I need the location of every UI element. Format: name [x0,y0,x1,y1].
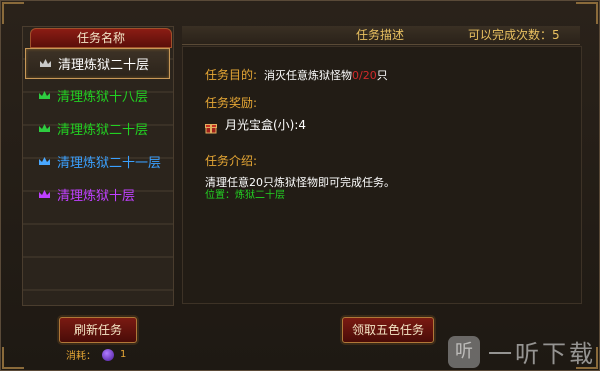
gem-icon [102,348,114,361]
gift-box-ribbon [210,124,212,133]
crown-shape [39,59,51,67]
task-list-header: 任务名称 [30,28,172,48]
task-item[interactable]: 清理炼狱二十层 [25,48,170,79]
goal-progress: 0/20 [352,69,377,82]
refresh-cost: 消耗： 1 [66,347,126,362]
crown-shape [38,190,50,198]
crown-shape [38,124,50,132]
task-item[interactable]: 清理炼狱二十一层 [25,147,168,176]
task-name: 清理炼狱十八层 [57,90,149,105]
crown-icon [37,90,51,101]
location-text: 位置：炼狱二十层 [205,190,285,201]
frame-corner [576,2,598,24]
watermark-text: 一听下载 [488,340,596,368]
goal-label: 任务目的: [205,68,258,82]
cost-value: 1 [120,349,127,360]
reward-label: 任务奖励: [205,96,258,110]
task-name: 清理炼狱二十层 [58,58,150,73]
task-item[interactable]: 清理炼狱二十层 [25,114,168,143]
crown-icon [37,189,51,200]
task-item[interactable]: 清理炼狱十八层 [25,81,168,110]
crown-shape [38,91,50,99]
crown-icon [37,123,51,134]
task-name: 清理炼狱十层 [57,189,136,204]
cost-label: 消耗： [66,351,96,362]
frame-corner [2,347,24,369]
watermark-logo-icon: 听 [448,335,480,368]
completion-count: 可以完成次数：5 [468,28,560,42]
task-name: 清理炼狱二十一层 [57,156,162,171]
goal-unit: 只 [376,69,388,82]
task-item[interactable]: 清理炼狱十层 [25,180,168,209]
watermark: 听 一听下载 [448,334,596,369]
refresh-tasks-button[interactable]: 刷新任务 [59,317,137,343]
intro-label: 任务介绍: [205,154,258,168]
reward-item[interactable]: 月光宝盒(小):4 [205,116,306,133]
task-description-title: 任务描述 [356,28,405,42]
claim-five-color-task-button[interactable]: 领取五色任务 [342,317,434,343]
task-name: 清理炼狱二十层 [57,123,149,138]
crown-shape [38,157,50,165]
crown-icon [38,58,52,69]
task-description-header: 任务描述 可以完成次数：5 [182,26,580,45]
goal-text: 消灭任意炼狱怪物0/20只 [264,67,388,83]
reward-item-text: 月光宝盒(小):4 [225,118,307,132]
crown-icon [37,156,51,167]
gift-box-icon [205,119,217,133]
goal-description: 消灭任意炼狱怪物 [264,69,352,82]
frame-corner [2,2,24,24]
